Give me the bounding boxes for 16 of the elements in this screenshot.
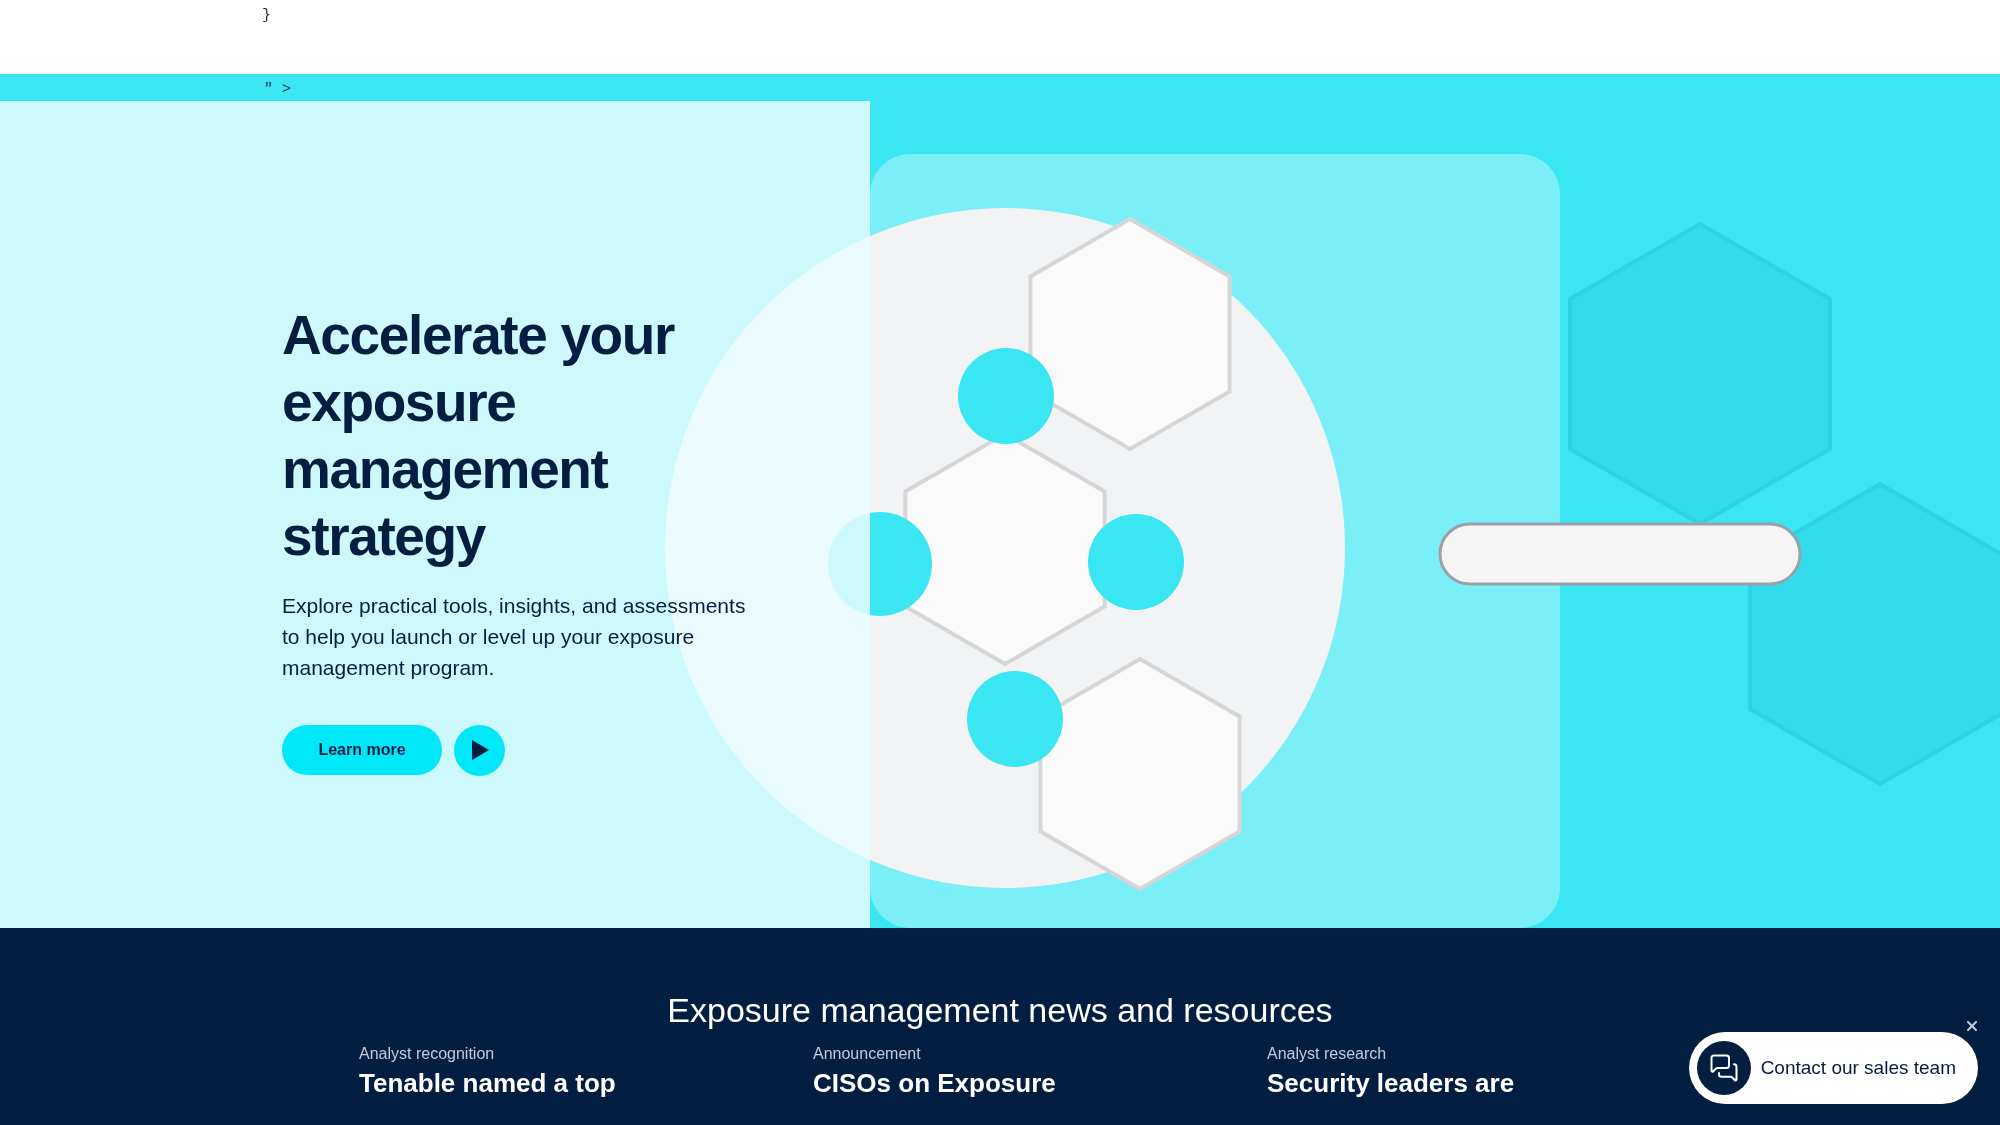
card-category: Analyst recognition (359, 1044, 495, 1064)
code-text: " > (264, 81, 291, 98)
card-title[interactable]: CISOs on Exposure (813, 1068, 1056, 1098)
play-icon (470, 740, 489, 760)
chat-icon (1696, 1041, 1751, 1095)
learn-more-button[interactable]: Learn more (282, 725, 442, 775)
card-category: Announcement (813, 1044, 921, 1064)
contact-sales-button[interactable]: Contact our sales team (1688, 1032, 1978, 1104)
card-title[interactable]: Tenable named a top (359, 1068, 616, 1098)
close-icon (1964, 1018, 1980, 1034)
code-text: } (262, 7, 271, 24)
hero-description: Explore practical tools, insights, and assessments to help you launch or level up your exposure management program. (282, 592, 747, 681)
card-title[interactable]: Security leaders are (1267, 1068, 1515, 1098)
section-title: Exposure management news and resources (667, 990, 1333, 1030)
hero-heading: Accelerate your exposure management strategy (282, 302, 676, 569)
card-category: Analyst research (1267, 1044, 1387, 1064)
